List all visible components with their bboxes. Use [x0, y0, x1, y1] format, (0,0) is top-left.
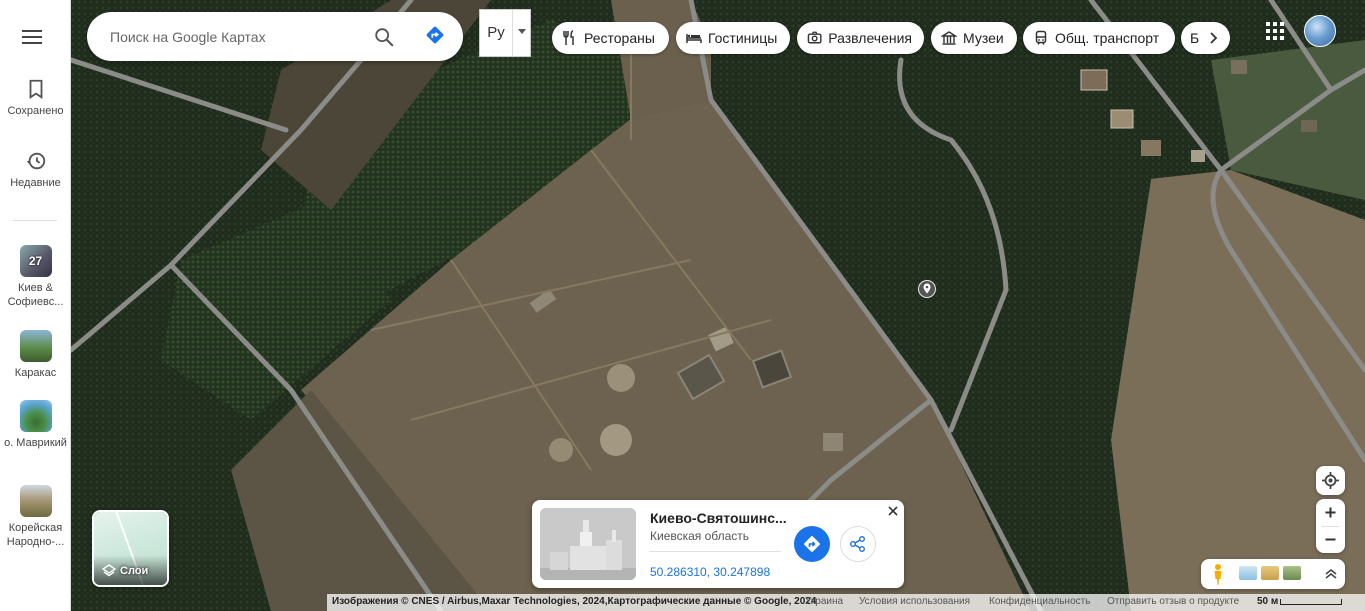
chip-restaurants[interactable]: Рестораны — [552, 22, 669, 54]
zoom-in-icon[interactable] — [1316, 499, 1345, 526]
apps-grid-icon[interactable] — [1265, 21, 1285, 41]
transit-icon — [1035, 30, 1047, 45]
restaurant-icon — [563, 30, 574, 45]
scale-label: 50 м — [1257, 596, 1279, 607]
chevron-right-icon[interactable] — [1207, 31, 1221, 45]
attribution-bar: Изображения © CNES / Airbus,Maxar Techno… — [327, 594, 1365, 611]
chip-hotels[interactable]: Гостиницы — [676, 22, 790, 54]
recent-item-mauritius[interactable]: о. Маврикий — [0, 400, 71, 450]
pegman-icon[interactable] — [1205, 561, 1231, 587]
layers-label-group: Слои — [102, 564, 148, 578]
my-location-icon — [1322, 472, 1339, 489]
camera-icon — [807, 31, 822, 44]
chip-more[interactable]: Б — [1181, 22, 1230, 54]
sidebar-divider — [13, 220, 57, 221]
layers-label: Слои — [120, 565, 149, 577]
hotel-icon — [686, 34, 702, 43]
saved-label: Сохранено — [7, 105, 64, 117]
place-share-button[interactable] — [840, 526, 876, 562]
place-image — [540, 508, 636, 580]
history-icon — [26, 152, 45, 170]
chip-label: Гостиницы — [708, 30, 778, 46]
search-box — [87, 12, 463, 61]
language-selector[interactable]: Ру — [479, 9, 531, 57]
terrain-layer-thumb[interactable] — [1239, 566, 1257, 580]
recent-button[interactable]: Недавние — [0, 150, 71, 190]
chip-label: Рестораны — [584, 30, 655, 46]
search-icon[interactable] — [373, 26, 395, 48]
privacy-link[interactable]: Конфиденциальность — [989, 596, 1090, 607]
zoom-out-icon[interactable] — [1316, 526, 1345, 553]
recent-item-label: Корейская Народно-... — [6, 522, 65, 548]
place-title: Киево-Святошинс... — [650, 510, 787, 526]
recent-item-caracas[interactable]: Каракас — [0, 330, 71, 380]
imagery-attribution: Изображения © CNES / Airbus,Maxar Techno… — [332, 596, 817, 607]
chip-label-partial: Б — [1190, 30, 1200, 46]
share-icon — [849, 535, 866, 553]
place-card[interactable]: Киево-Святошинс... Киевская область 50.2… — [532, 500, 904, 588]
chip-museums[interactable]: Музеи — [931, 22, 1017, 54]
search-input[interactable] — [110, 26, 360, 48]
chip-label: Музеи — [963, 30, 1004, 46]
country-link[interactable]: Украина — [805, 596, 843, 607]
recent-item-label: Каракас — [14, 367, 57, 379]
traffic-layer-thumb[interactable] — [1261, 566, 1279, 580]
language-dropdown-icon[interactable] — [512, 10, 530, 56]
satellite-layer-thumb[interactable] — [1283, 566, 1301, 580]
layers-button[interactable]: Слои — [92, 510, 169, 587]
close-icon[interactable] — [886, 504, 900, 518]
caracas-thumbnail — [19, 330, 52, 362]
chip-transit[interactable]: Общ. транспорт — [1023, 22, 1175, 54]
recent-item-north-korea[interactable]: Корейская Народно-... — [0, 485, 71, 549]
place-region: Киевская область — [650, 529, 750, 543]
recent-item-label: Киев & Софиевс... — [7, 282, 64, 308]
chip-label: Общ. транспорт — [1055, 30, 1160, 46]
avatar[interactable] — [1304, 15, 1336, 47]
feedback-link[interactable]: Отправить отзыв о продукте — [1107, 596, 1239, 607]
place-coordinates[interactable]: 50.286310, 30.247898 — [650, 565, 770, 579]
layers-icon — [102, 564, 116, 577]
recent-item-label: о. Маврикий — [4, 437, 67, 449]
chevron-up-double-icon[interactable] — [1323, 566, 1339, 582]
chip-entertainment[interactable]: Развлечения — [797, 22, 924, 54]
museum-icon — [941, 31, 957, 45]
place-divider — [650, 551, 781, 552]
kyiv-thumbnail: 27 — [19, 245, 52, 277]
sidebar: Сохранено Недавние 27 Киев & Софиевс... … — [0, 0, 71, 611]
menu-icon[interactable] — [22, 26, 48, 48]
directions-icon[interactable] — [424, 24, 446, 46]
bookmark-icon — [29, 79, 42, 99]
scale-bar[interactable] — [1280, 599, 1342, 605]
location-pin-icon[interactable] — [917, 279, 937, 299]
place-directions-button[interactable] — [794, 526, 830, 562]
directions-icon — [804, 536, 820, 552]
recent-count-badge: 27 — [28, 254, 43, 268]
place-illustration — [540, 508, 636, 580]
language-label: Ру — [487, 24, 505, 41]
zoom-control — [1316, 499, 1345, 553]
my-location-button[interactable] — [1316, 466, 1345, 495]
saved-button[interactable]: Сохранено — [0, 78, 71, 118]
recent-label: Недавние — [10, 177, 61, 189]
mauritius-thumbnail — [19, 400, 52, 432]
recent-item-kyiv[interactable]: 27 Киев & Софиевс... — [0, 245, 71, 309]
map-bottom-controls — [1201, 559, 1345, 589]
north-korea-thumbnail — [19, 485, 52, 517]
chip-label: Развлечения — [828, 30, 912, 46]
terms-link[interactable]: Условия использования — [859, 596, 970, 607]
